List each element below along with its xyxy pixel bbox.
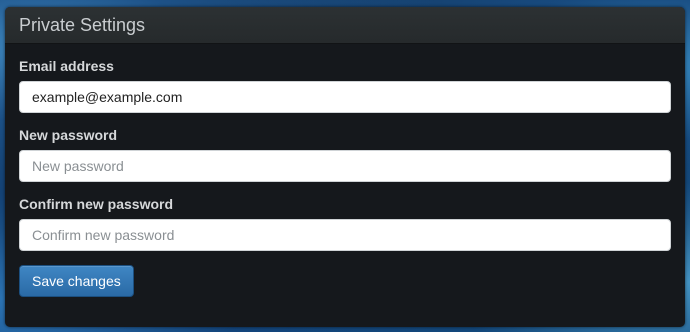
save-changes-button[interactable]: Save changes	[19, 265, 134, 297]
new-password-group: New password	[19, 127, 671, 182]
email-group: Email address	[19, 58, 671, 113]
new-password-label: New password	[19, 127, 118, 143]
new-password-field[interactable]	[19, 150, 671, 182]
settings-form: Email address New password Confirm new p…	[5, 44, 685, 297]
panel-title: Private Settings	[19, 14, 146, 35]
confirm-password-label: Confirm new password	[19, 196, 174, 212]
page-background: { "panel": { "title": "Private Settings"…	[0, 0, 690, 332]
confirm-password-field[interactable]	[19, 219, 671, 251]
settings-panel: Private Settings Email address New passw…	[5, 7, 685, 327]
confirm-password-group: Confirm new password	[19, 196, 671, 251]
email-label: Email address	[19, 58, 114, 74]
panel-header: Private Settings	[5, 7, 685, 44]
email-field[interactable]	[19, 81, 671, 113]
